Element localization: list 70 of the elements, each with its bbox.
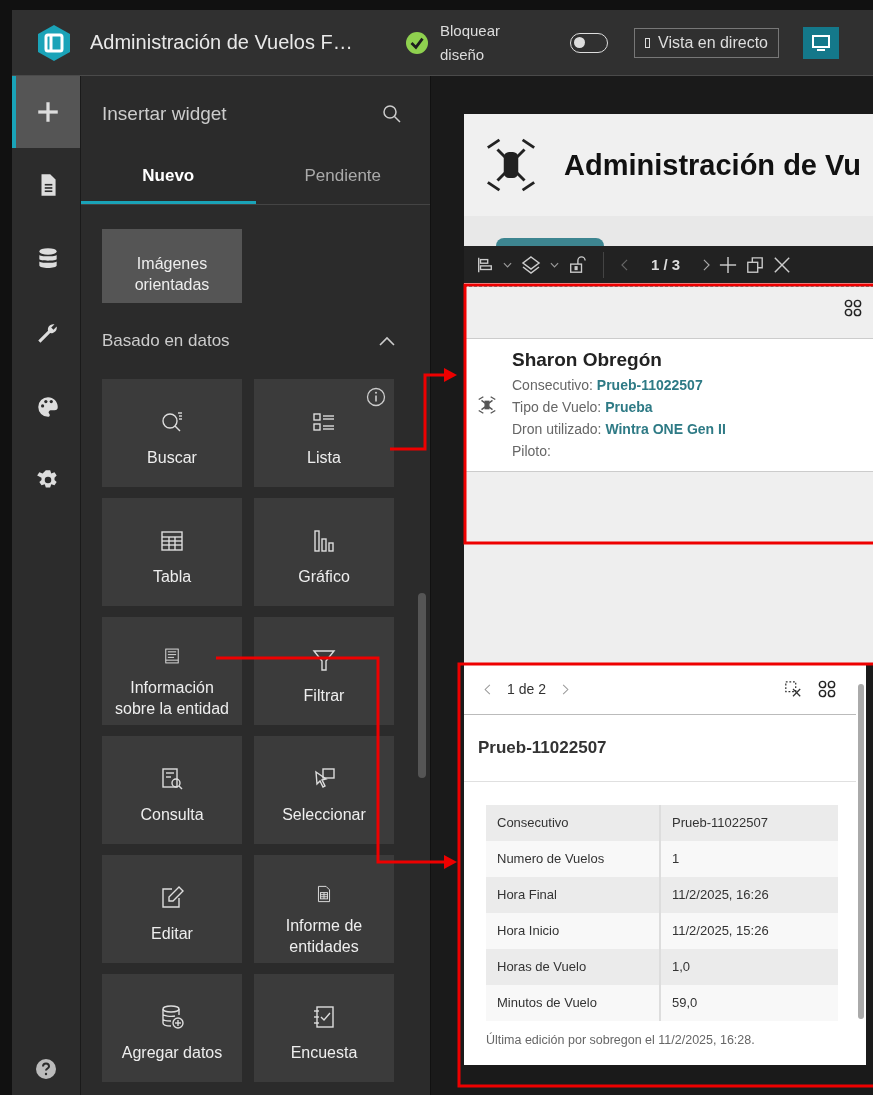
palette-icon [35,394,61,420]
pilot-name: Sharon Obregón [512,348,663,371]
table-cell-text: 11/2/2025, 15:26 [671,922,770,940]
table-cell-text: 11/2/2025, 16:26 [671,886,770,904]
app-title: Administración de Vuelos F… [90,31,354,54]
scrollbar-thumb[interactable] [858,684,864,1019]
table-cell-text: Prueb-11022507 [671,814,769,832]
table-cell-text: 59,0 [671,994,699,1012]
grid-icon[interactable] [844,299,862,317]
field-line: Piloto: [512,441,552,461]
monitor-icon [811,32,831,53]
field-line: Tipo de Vuelo: Prueba [512,397,654,417]
search-icon[interactable] [382,103,402,124]
clear-selection-icon[interactable] [784,680,802,698]
panel-title: Insertar widget [102,102,227,125]
widget-card[interactable]: Filtrar [254,617,394,725]
widget-card[interactable]: Seleccionar [254,736,394,844]
chevron-right-icon[interactable] [703,258,711,271]
scrollbar-thumb[interactable] [418,593,426,778]
filter-icon [311,647,337,673]
widget-card[interactable]: Información sobre la entidad [102,617,242,725]
widget-card[interactable]: Gráfico [254,498,394,606]
grid-icon[interactable] [818,680,836,698]
caret-icon[interactable] [550,261,559,268]
duplicate-icon[interactable] [746,255,765,274]
caret-icon[interactable] [379,336,395,346]
widget-card[interactable]: Encuesta [254,974,394,1082]
widget-card[interactable]: Imágenes orientadas [102,229,242,303]
record-counter: 1 de 2 [507,681,546,697]
info-icon[interactable] [366,387,386,407]
widget-card[interactable]: Informe de entidades [254,855,394,963]
align-icon[interactable] [476,255,494,274]
chevron-left-icon[interactable] [621,258,628,271]
edit-icon [159,885,185,911]
lock-layout-label: Bloquear diseño [440,20,502,65]
caret-icon[interactable] [503,261,512,268]
widget-card[interactable]: Buscar [102,379,242,487]
checklist-icon [311,1004,337,1030]
unlock-icon[interactable] [568,255,586,274]
field-line: Consecutivo: Prueb-11022507 [512,375,704,395]
bar-chart-icon [311,528,337,554]
database-add-icon [159,1004,185,1030]
app-page-title: Administración de Vu [564,148,862,182]
help-icon[interactable] [36,1059,56,1079]
plus-icon [35,99,61,125]
table-cell: Minutos de Vuelo [486,985,661,1021]
plus-icon[interactable] [719,255,738,274]
close-icon[interactable] [773,255,792,274]
widget-card[interactable]: Consulta [102,736,242,844]
page-counter: 1 / 3 [651,256,681,273]
table-cell-text: 1,0 [671,958,692,976]
table-cell-text: 1 [671,850,681,868]
panel-tab[interactable]: Nuevo [81,151,256,204]
layers-icon[interactable] [521,254,541,275]
field-line: Dron utilizado: Wintra ONE Gen II [512,419,726,439]
live-view-button[interactable]: Vista en directo [634,27,779,58]
widget-card[interactable]: Tabla [102,498,242,606]
feature-title: Prueb-11022507 [464,715,856,782]
list-item[interactable]: Sharon Obregón Consecutivo: Prueb-11022507 Tipo de Vuelo: Prueba Dron utilizado: Wintra ONE Gen II Piloto: [464,339,873,472]
section-title: Basado en datos [102,331,230,351]
drone-icon [476,394,498,416]
widget-card[interactable]: Lista [254,379,394,487]
widget-card[interactable]: Editar [102,855,242,963]
desktop-view-button[interactable] [803,26,839,59]
panel-tab[interactable]: Pendiente [255,151,430,204]
widget-card[interactable]: Agregar datos [102,974,242,1082]
check-circle-icon [406,31,428,54]
table-icon [159,528,185,554]
edit-info-text: Última edición por sobregon el 11/2/2025, 16:28. [486,1033,756,1047]
query-icon [159,766,185,792]
